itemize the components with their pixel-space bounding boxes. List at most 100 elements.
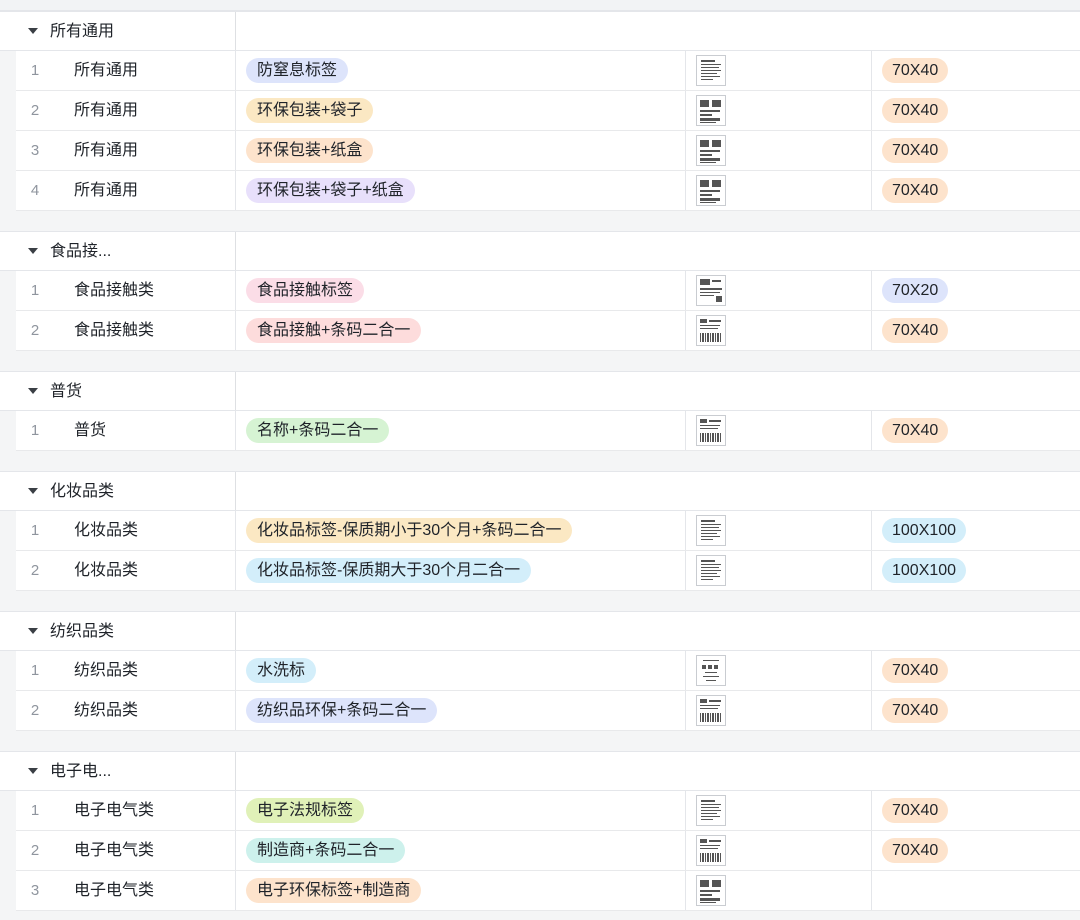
- category-cell: 化妆品类: [74, 522, 139, 539]
- label-thumbnail[interactable]: [696, 135, 726, 166]
- label-name-tag[interactable]: 环保包装+袋子: [246, 98, 374, 123]
- group-header[interactable]: 电子电...: [0, 751, 1080, 791]
- label-name-tag[interactable]: 制造商+条码二合一: [246, 838, 406, 863]
- table-row[interactable]: 1 电子电气类 电子法规标签 70X40: [16, 791, 1080, 831]
- column-divider: [685, 691, 686, 730]
- label-name-tag[interactable]: 纺织品环保+条码二合一: [246, 698, 438, 723]
- table-row[interactable]: 3 电子电气类 电子环保标签+制造商: [16, 871, 1080, 911]
- group-header-divider: [235, 612, 236, 650]
- column-divider: [685, 651, 686, 690]
- label-name-tag[interactable]: 化妆品标签-保质期小于30个月+条码二合一: [246, 518, 573, 543]
- table-row[interactable]: 2 纺织品类 纺织品环保+条码二合一 70X40: [16, 691, 1080, 731]
- table-row[interactable]: 1 普货 名称+条码二合一 70X40: [16, 411, 1080, 451]
- group-title: 电子电...: [50, 763, 112, 780]
- column-divider: [871, 311, 872, 350]
- label-thumbnail[interactable]: [696, 415, 726, 446]
- size-tag[interactable]: 100X100: [882, 518, 967, 543]
- group-section: 化妆品类 1 化妆品类 化妆品标签-保质期小于30个月+条码二合一 100X100 2 化妆…: [0, 471, 1080, 591]
- column-divider: [871, 271, 872, 310]
- label-thumbnail[interactable]: [696, 875, 726, 906]
- column-divider: [235, 271, 236, 310]
- label-thumbnail[interactable]: [696, 695, 726, 726]
- group-title: 化妆品类: [50, 483, 115, 500]
- label-name-tag[interactable]: 电子环保标签+制造商: [246, 878, 422, 903]
- table-row[interactable]: 1 纺织品类 水洗标 70X40: [16, 651, 1080, 691]
- label-name-tag[interactable]: 环保包装+纸盒: [246, 138, 374, 163]
- label-name-tag[interactable]: 食品接触标签: [246, 278, 365, 303]
- group-header[interactable]: 普货: [0, 371, 1080, 411]
- label-name-tag[interactable]: 名称+条码二合一: [246, 418, 390, 443]
- table-row[interactable]: 2 所有通用 环保包装+袋子 70X40: [16, 91, 1080, 131]
- label-thumbnail[interactable]: [696, 555, 726, 586]
- chevron-down-icon[interactable]: [28, 388, 38, 394]
- column-divider: [235, 871, 236, 910]
- column-divider: [685, 131, 686, 170]
- label-name-tag[interactable]: 防窒息标签: [246, 58, 349, 83]
- column-divider: [871, 691, 872, 730]
- chevron-down-icon[interactable]: [28, 488, 38, 494]
- size-tag[interactable]: 70X40: [882, 838, 949, 863]
- table-row[interactable]: 2 电子电气类 制造商+条码二合一 70X40: [16, 831, 1080, 871]
- group-header[interactable]: 所有通用: [0, 11, 1080, 51]
- table-row[interactable]: 3 所有通用 环保包装+纸盒 70X40: [16, 131, 1080, 171]
- category-cell: 所有通用: [74, 142, 139, 159]
- group-header[interactable]: 化妆品类: [0, 471, 1080, 511]
- column-divider: [871, 511, 872, 550]
- chevron-down-icon[interactable]: [28, 628, 38, 634]
- group-header[interactable]: 纺织品类: [0, 611, 1080, 651]
- chevron-down-icon[interactable]: [28, 248, 38, 254]
- column-divider: [235, 131, 236, 170]
- table-row[interactable]: 2 化妆品类 化妆品标签-保质期大于30个月二合一 100X100: [16, 551, 1080, 591]
- size-tag[interactable]: 70X40: [882, 658, 949, 683]
- size-tag[interactable]: 70X40: [882, 698, 949, 723]
- group-title: 纺织品类: [50, 623, 115, 640]
- table-row[interactable]: 1 食品接触类 食品接触标签 70X20: [16, 271, 1080, 311]
- category-cell: 电子电气类: [74, 842, 155, 859]
- size-tag[interactable]: 100X100: [882, 558, 967, 583]
- column-divider: [685, 871, 686, 910]
- label-thumbnail[interactable]: [696, 175, 726, 206]
- label-name-tag[interactable]: 环保包装+袋子+纸盒: [246, 178, 415, 203]
- size-tag[interactable]: 70X40: [882, 178, 949, 203]
- size-tag[interactable]: 70X40: [882, 418, 949, 443]
- column-divider: [685, 551, 686, 590]
- label-name-tag[interactable]: 水洗标: [246, 658, 317, 683]
- size-tag[interactable]: 70X40: [882, 58, 949, 83]
- label-thumbnail[interactable]: [696, 95, 726, 126]
- column-divider: [235, 651, 236, 690]
- column-divider: [235, 171, 236, 210]
- label-thumbnail[interactable]: [696, 315, 726, 346]
- label-name-tag[interactable]: 食品接触+条码二合一: [246, 318, 422, 343]
- size-tag[interactable]: 70X40: [882, 798, 949, 823]
- table-row[interactable]: 1 所有通用 防窒息标签 70X40: [16, 51, 1080, 91]
- label-thumbnail[interactable]: [696, 275, 726, 306]
- column-divider: [871, 791, 872, 830]
- grouped-table: 所有通用 1 所有通用 防窒息标签 70X40 2 所有通用 环保包装+袋子 70X40 3 所有通…: [0, 0, 1080, 920]
- chevron-down-icon[interactable]: [28, 768, 38, 774]
- group-header[interactable]: 食品接...: [0, 231, 1080, 271]
- column-divider: [235, 91, 236, 130]
- table-top-strip: [0, 0, 1080, 11]
- table-row[interactable]: 2 食品接触类 食品接触+条码二合一 70X40: [16, 311, 1080, 351]
- label-thumbnail[interactable]: [696, 55, 726, 86]
- size-tag[interactable]: 70X40: [882, 318, 949, 343]
- label-thumbnail[interactable]: [696, 835, 726, 866]
- size-tag[interactable]: 70X40: [882, 138, 949, 163]
- label-thumbnail[interactable]: [696, 795, 726, 826]
- row-index: 1: [30, 62, 40, 79]
- column-divider: [871, 411, 872, 450]
- column-divider: [685, 311, 686, 350]
- category-cell: 纺织品类: [74, 702, 139, 719]
- size-tag[interactable]: 70X40: [882, 98, 949, 123]
- label-thumbnail[interactable]: [696, 515, 726, 546]
- chevron-down-icon[interactable]: [28, 28, 38, 34]
- label-name-tag[interactable]: 电子法规标签: [246, 798, 365, 823]
- column-divider: [871, 831, 872, 870]
- row-index: 3: [30, 882, 40, 899]
- row-index: 2: [30, 102, 40, 119]
- table-row[interactable]: 4 所有通用 环保包装+袋子+纸盒 70X40: [16, 171, 1080, 211]
- size-tag[interactable]: 70X20: [882, 278, 949, 303]
- label-thumbnail[interactable]: [696, 655, 726, 686]
- table-row[interactable]: 1 化妆品类 化妆品标签-保质期小于30个月+条码二合一 100X100: [16, 511, 1080, 551]
- label-name-tag[interactable]: 化妆品标签-保质期大于30个月二合一: [246, 558, 532, 583]
